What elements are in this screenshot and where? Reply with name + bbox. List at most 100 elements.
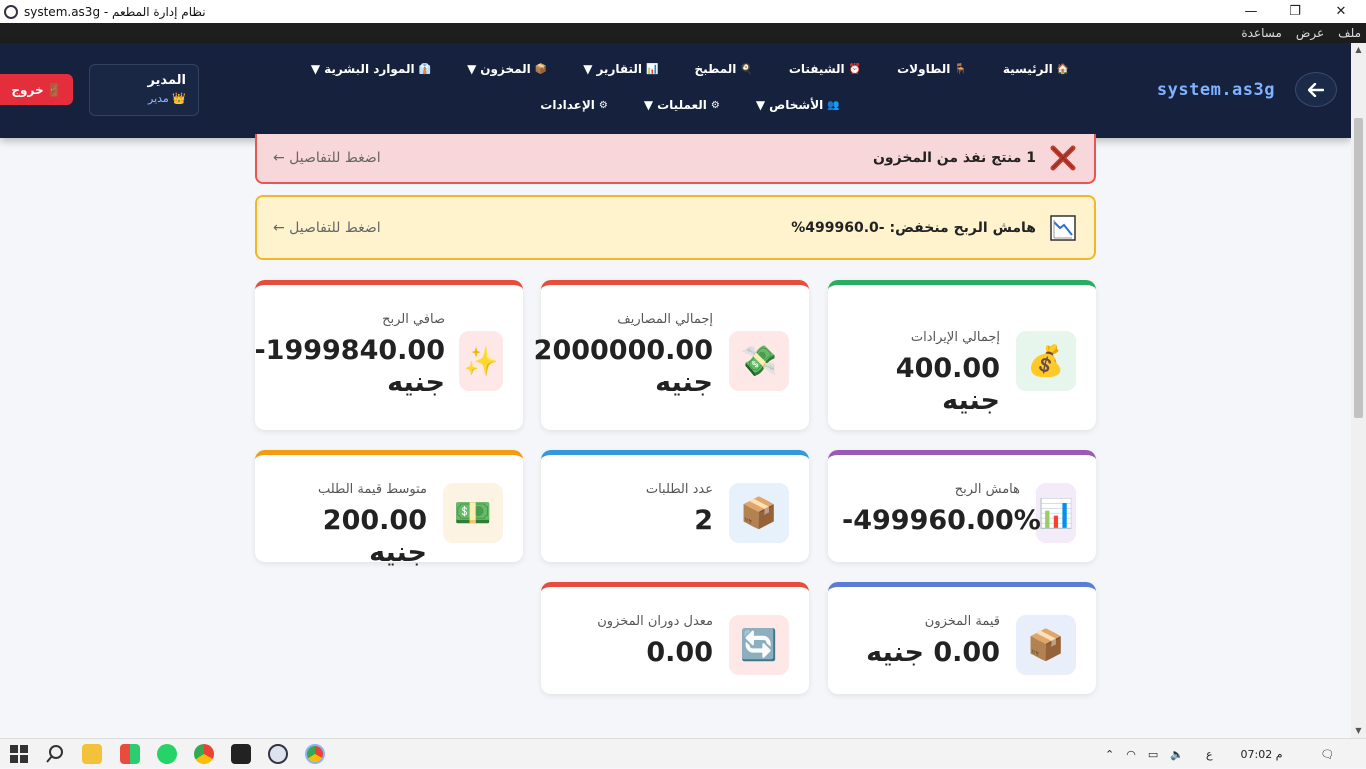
volume-icon[interactable]: 🔈 — [1170, 748, 1184, 761]
dollar-bill-icon: 💵 — [443, 483, 503, 543]
card-order-count[interactable]: 📦 عدد الطلبات 2 — [541, 450, 809, 562]
card-total-revenue[interactable]: 💰 إجمالي الإيرادات 400.00 جنيه — [828, 280, 1096, 430]
window-title: system.as3g - نظام إدارة المطعم — [24, 4, 206, 19]
refresh-icon: 🔄 — [729, 615, 789, 675]
people-icon: 👥 — [827, 99, 840, 111]
search-icon[interactable] — [45, 744, 65, 764]
card-inventory-value[interactable]: 📦 قيمة المخزون 0.00 جنيه — [828, 582, 1096, 694]
battery-icon[interactable]: ▭ — [1148, 748, 1158, 761]
user-role-label: مدير — [148, 92, 169, 105]
money-bag-icon: 💰 — [1016, 331, 1076, 391]
card-label: معدل دوران المخزون — [597, 614, 713, 629]
close-button[interactable]: ✕ — [1318, 0, 1364, 23]
nav-label: الموارد البشرية — [324, 62, 415, 76]
store-icon[interactable] — [120, 744, 140, 764]
brand-logo[interactable]: system.as3g — [1157, 80, 1275, 100]
nav-reports[interactable]: 📊 التقارير ▼ — [583, 61, 658, 77]
alert-text: 1 منتج نفذ من المخزون — [872, 150, 1036, 166]
card-average-order[interactable]: 💵 متوسط قيمة الطلب 200.00 جنيه — [255, 450, 523, 568]
notifications-icon[interactable]: 🗨 — [1321, 748, 1335, 761]
nav-label: التقارير — [596, 62, 643, 76]
nav-operations[interactable]: ⚙ العمليات ▼ — [644, 97, 720, 113]
card-inventory-turnover[interactable]: 🔄 معدل دوران المخزون 0.00 — [541, 582, 809, 694]
menu-file[interactable]: ملف — [1338, 26, 1361, 40]
restore-button[interactable]: ❐ — [1272, 0, 1318, 23]
card-label: إجمالي الإيرادات — [910, 330, 1000, 345]
sparkles-icon: ✨ — [459, 331, 503, 391]
alert-details-link[interactable]: اضغط للتفاصيل ← — [273, 220, 381, 236]
card-glyph: 💰 — [1027, 343, 1065, 379]
window-titlebar: system.as3g - نظام إدارة المطعم — ❐ ✕ — [0, 0, 1366, 23]
caret-down-icon: ▼ — [310, 62, 321, 76]
caret-down-icon: ▼ — [467, 62, 477, 76]
nav-label: المخزون — [480, 62, 531, 76]
chart-decreasing-icon — [1048, 213, 1078, 243]
card-value: 2 — [694, 505, 713, 536]
clock[interactable]: 07:02 م — [1241, 748, 1283, 761]
chair-icon: 🪑 — [954, 63, 967, 75]
x-mark-icon — [1048, 143, 1078, 173]
nav-label: الأشخاص — [769, 98, 824, 112]
os-taskbar: ⌃ ◠ ▭ 🔈 ع 07:02 م 🗨 — [0, 738, 1366, 768]
chevron-up-icon[interactable]: ⌃ — [1105, 748, 1114, 761]
input-language[interactable]: ع — [1206, 748, 1213, 761]
card-label: إجمالي المصاريف — [617, 312, 713, 327]
card-label: متوسط قيمة الطلب — [317, 482, 427, 497]
menu-view[interactable]: عرض — [1296, 26, 1324, 40]
alert-details-link[interactable]: اضغط للتفاصيل ← — [273, 150, 381, 166]
card-value: 2000000.00 جنيه — [533, 335, 713, 399]
chrome-icon[interactable] — [194, 744, 214, 764]
whatsapp-icon[interactable] — [157, 744, 177, 764]
card-value: 0.00 — [646, 637, 713, 668]
arrow-left-icon — [1308, 82, 1324, 97]
nav-settings[interactable]: ⚙ الإعدادات — [540, 97, 608, 113]
caret-down-icon: ▼ — [755, 98, 766, 112]
card-net-profit[interactable]: ✨ صافي الربح 1999840.00- جنيه — [254, 280, 523, 430]
scroll-thumb[interactable] — [1354, 118, 1363, 418]
alert-text: هامش الربح منخفض: -499960.0% — [791, 219, 1036, 236]
nav-label: الرئيسية — [1002, 62, 1053, 76]
file-explorer-icon[interactable] — [82, 744, 102, 764]
chrome-profile-icon[interactable] — [305, 744, 325, 764]
logout-label: خروج — [11, 82, 44, 97]
terminal-icon[interactable] — [231, 744, 251, 764]
alarm-clock-icon: ⏰ — [848, 63, 862, 75]
card-total-expenses[interactable]: 💸 إجمالي المصاريف 2000000.00 جنيه — [533, 280, 809, 430]
nav-label: الطاولات — [897, 62, 951, 76]
user-profile[interactable]: المدير 👑 مدير — [89, 64, 199, 116]
main-nav: 🏠 الرئيسية 🪑 الطاولات ⏰ الشيفتات 🍳 المطبخ 📊 ا… — [250, 61, 1130, 113]
alert-out-of-stock[interactable]: 1 منتج نفذ من المخزون اضغط للتفاصيل ← — [255, 134, 1096, 184]
wifi-icon[interactable]: ◠ — [1126, 748, 1136, 761]
nav-tables[interactable]: 🪑 الطاولات — [897, 61, 967, 77]
scroll-up-icon[interactable]: ▲ — [1351, 43, 1366, 57]
nav-kitchen[interactable]: 🍳 المطبخ — [694, 61, 752, 77]
nav-people[interactable]: 👥 الأشخاص ▼ — [756, 97, 840, 113]
nav-hr[interactable]: 👔 الموارد البشرية ▼ — [311, 61, 431, 77]
windows-start-icon[interactable] — [9, 744, 29, 764]
back-button[interactable] — [1295, 72, 1337, 107]
scroll-down-icon[interactable]: ▼ — [1351, 724, 1366, 738]
card-label: صافي الربح — [382, 312, 445, 327]
card-glyph: ✨ — [463, 344, 499, 378]
logout-button[interactable]: خروج 🚪 — [0, 74, 73, 105]
card-label: قيمة المخزون — [924, 614, 1000, 629]
page-scrollbar[interactable]: ▲ ▼ — [1351, 43, 1366, 738]
nav-shifts[interactable]: ⏰ الشيفتات — [789, 61, 861, 77]
gear-icon: ⚙ — [710, 99, 720, 111]
package-icon: 📦 — [1016, 615, 1076, 675]
menu-help[interactable]: مساعدة — [1241, 26, 1282, 40]
card-glyph: 💸 — [740, 343, 778, 379]
nav-home[interactable]: 🏠 الرئيسية — [1003, 61, 1069, 77]
user-role: 👑 مدير — [102, 92, 186, 105]
menu-bar: ملف عرض مساعدة — [0, 23, 1366, 43]
money-wings-icon: 💸 — [729, 331, 789, 391]
home-icon: 🏠 — [1056, 63, 1070, 75]
card-profit-margin[interactable]: 📊 هامش الربح -499960.00% — [828, 450, 1096, 562]
minimize-button[interactable]: — — [1228, 0, 1274, 23]
electron-app-icon[interactable] — [268, 744, 288, 764]
bar-chart-icon: 📊 — [646, 63, 659, 75]
card-label: هامش الربح — [954, 482, 1020, 497]
alert-low-margin[interactable]: هامش الربح منخفض: -499960.0% اضغط للتفاص… — [255, 195, 1096, 260]
nav-inventory[interactable]: 📦 المخزون ▼ — [467, 61, 547, 77]
gear-icon: ⚙ — [598, 99, 608, 111]
